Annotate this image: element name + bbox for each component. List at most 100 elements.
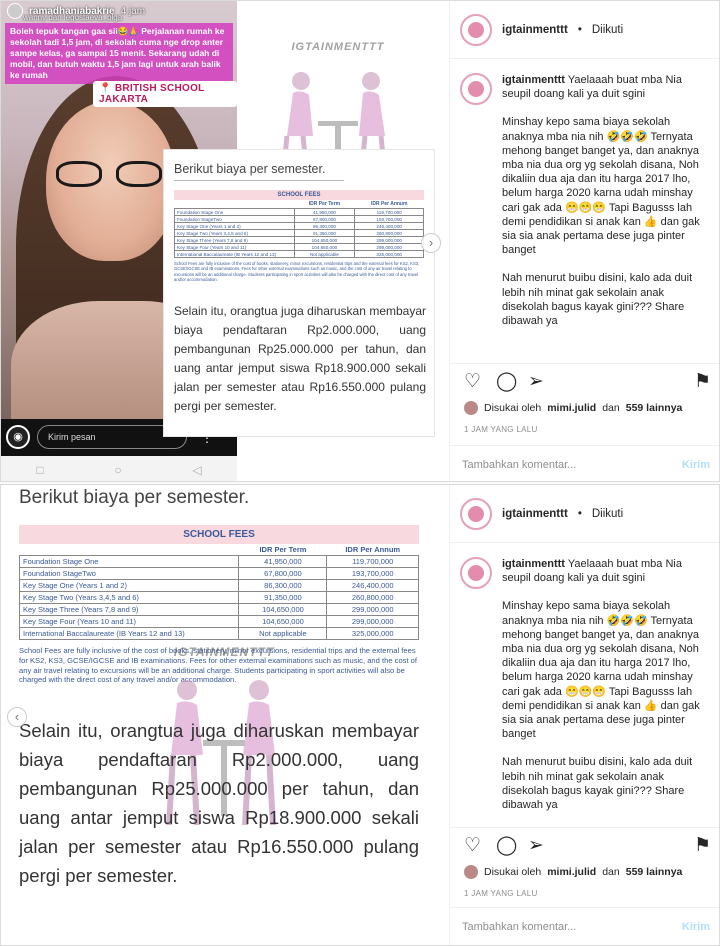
caption-username[interactable]: igtainmenttt [502, 558, 565, 570]
header-separator: • [577, 507, 582, 520]
col-term-header: IDR Per Term [294, 200, 355, 209]
watermark-text: IGTAINMENTTT [173, 645, 275, 659]
liker-username[interactable]: mimi.julid [547, 402, 596, 414]
caption-text: igtainmenttt Yaelaaah buat mba Nia seupi… [502, 557, 712, 826]
story-tagged: wanny dan legostaeva_olga [23, 13, 123, 22]
account-username[interactable]: igtainmenttt [502, 508, 568, 520]
action-bar: ♡ ◯ ➢ ⚑ [450, 827, 719, 861]
liker-username[interactable]: mimi.julid [547, 866, 596, 878]
fee-annum-cell: 325,000,000 [326, 627, 419, 640]
post-sidebar: igtainmenttt • Diikuti igtainmenttt Yael… [449, 485, 719, 945]
likes-count[interactable]: 559 lainnya [626, 402, 683, 414]
fee-annum-cell: 260,800,000 [326, 591, 419, 604]
fee-term-cell: Not applicable [238, 627, 328, 640]
heart-icon[interactable]: ♡ [464, 836, 481, 855]
account-avatar[interactable] [460, 497, 492, 530]
post-header: igtainmenttt • Diikuti [450, 485, 719, 543]
share-icon[interactable]: ➢ [528, 836, 544, 855]
fees-row: Key Stage One (Years 1 and 2) 86,300,000 2… [18, 579, 419, 592]
fees-document-card: Berikut biaya per semester. SCHOOL FEES … [163, 149, 435, 437]
school-fees-table: SCHOOL FEES IDR Per Term IDR Per Annum F… [174, 190, 424, 283]
comment-input[interactable]: Tambahkan komentar... [462, 459, 576, 471]
doc-heading: Berikut biaya per semester. [19, 487, 250, 508]
liker-avatar [464, 401, 478, 415]
fee-annum-cell: 260,800,000 [354, 229, 424, 237]
watermark-text: IGTAINMENTTT [291, 41, 385, 53]
doc-heading: Berikut biaya per semester. [174, 162, 326, 176]
account-username[interactable]: igtainmenttt [502, 24, 568, 36]
fee-term-cell: 41,950,000 [238, 555, 328, 568]
camera-icon[interactable]: ◉ [6, 425, 30, 449]
bookmark-icon[interactable]: ⚑ [694, 836, 711, 855]
fee-term-cell: 104,650,000 [238, 603, 328, 616]
fee-annum-cell: 193,700,000 [354, 215, 424, 223]
fee-stage-cell: Key Stage Four (Years 10 and 11) [174, 243, 295, 251]
caption-paragraph: Minshay kepo sama biaya sekolah anaknya … [502, 116, 700, 257]
caption-username[interactable]: igtainmenttt [502, 74, 565, 86]
fees-row: International Baccalaureate (IB Years 12… [174, 250, 424, 258]
fee-term-cell: 86,300,000 [238, 579, 328, 592]
fee-stage-cell: Key Stage One (Years 1 and 2) [174, 222, 295, 230]
comment-box: Tambahkan komentar... Kirim [450, 445, 719, 481]
post-sidebar: igtainmenttt • Diikuti igtainmenttt Yael… [449, 1, 719, 481]
heart-icon[interactable]: ♡ [464, 372, 481, 391]
fee-stage-cell: International Baccalaureate (IB Years 12… [174, 250, 295, 258]
post-time: 1 JAM YANG LALU [464, 889, 538, 898]
story-avatar [7, 3, 23, 19]
comment-icon[interactable]: ◯ [496, 372, 517, 391]
post-media: ramadhaniabakrie 4 jam wanny dan legosta… [1, 1, 449, 481]
fee-annum-cell: 299,000,000 [354, 236, 424, 244]
fee-annum-cell: 299,000,000 [354, 243, 424, 251]
comment-input[interactable]: Tambahkan komentar... [462, 921, 576, 933]
caption-avatar[interactable] [460, 557, 492, 589]
fee-annum-cell: 119,700,000 [354, 208, 424, 216]
likes-prefix: Disukai oleh [484, 866, 542, 878]
post-header: igtainmenttt • Diikuti [450, 1, 719, 59]
comment-box: Tambahkan komentar... Kirim [450, 907, 719, 945]
col-annum-header: IDR Per Annum [326, 544, 419, 556]
fees-row: International Baccalaureate (IB Years 12… [18, 627, 419, 640]
col-term-header: IDR Per Term [238, 544, 327, 556]
follow-status[interactable]: Diikuti [592, 508, 623, 520]
caption-avatar[interactable] [460, 73, 492, 105]
fee-stage-cell: Key Stage Four (Years 10 and 11) [18, 615, 240, 628]
nav-home-icon: ○ [114, 462, 122, 477]
carousel-next-arrow[interactable]: › [421, 233, 441, 253]
post-top: ramadhaniabakrie 4 jam wanny dan legosta… [0, 0, 720, 482]
fee-stage-cell: Key Stage Two (Years 3,4,5 and 6) [174, 229, 295, 237]
fees-row: Foundation Stage One 41,950,000 119,700,00… [18, 555, 419, 568]
likes-count[interactable]: 559 lainnya [626, 866, 683, 878]
post-bottom: Berikut biaya per semester. SCHOOL FEES … [0, 484, 720, 946]
likes-summary: Disukai oleh mimi.julid dan 559 lainnya [464, 865, 682, 879]
post-time: 1 JAM YANG LALU [464, 425, 538, 434]
share-icon[interactable]: ➢ [528, 372, 544, 391]
follow-status[interactable]: Diikuti [592, 24, 623, 36]
fees-title: SCHOOL FEES [174, 190, 424, 200]
fee-stage-cell: Foundation Stage One [174, 208, 295, 216]
caption-paragraph: Minshay kepo sama biaya sekolah anaknya … [502, 600, 700, 741]
fees-grid: IDR Per Term IDR Per Annum Foundation St… [18, 544, 419, 640]
account-avatar[interactable] [460, 13, 492, 46]
fee-stage-cell: Key Stage One (Years 1 and 2) [18, 579, 240, 592]
comment-icon[interactable]: ◯ [496, 836, 517, 855]
story-location-sticker: 📍 BRITISH SCHOOL JAKARTA [93, 81, 237, 107]
fees-row: Foundation Stage One 41,950,000 119,700,00… [174, 208, 424, 216]
bookmark-icon[interactable]: ⚑ [694, 372, 711, 391]
fees-row: Key Stage Three (Years 7,8 and 9) 104,650… [18, 603, 419, 616]
doc-body-text: Selain itu, orangtua juga diharuskan mem… [174, 304, 426, 413]
fee-term-cell: 104,650,000 [238, 615, 328, 628]
fee-term-cell: Not applicable [293, 250, 356, 258]
caption-paragraph: Nah menurut buibu disini, kalo ada duit … [502, 272, 693, 328]
likes-prefix: Disukai oleh [484, 402, 542, 414]
carousel-prev-arrow[interactable]: ‹ [7, 707, 27, 727]
post-comment-button[interactable]: Kirim [682, 921, 710, 933]
fee-stage-cell: Foundation StageTwo [18, 567, 240, 580]
fee-annum-cell: 246,400,000 [326, 579, 419, 592]
caption-text: igtainmenttt Yaelaaah buat mba Nia seupi… [502, 73, 712, 342]
fee-annum-cell: 299,000,000 [326, 615, 419, 628]
post-media: Berikut biaya per semester. SCHOOL FEES … [1, 485, 449, 945]
fees-row: Key Stage Four (Years 10 and 11) 104,650,… [174, 243, 424, 251]
post-comment-button[interactable]: Kirim [682, 459, 710, 471]
col-annum-header: IDR Per Annum [354, 200, 424, 209]
nav-back-icon: ◁ [192, 462, 202, 477]
